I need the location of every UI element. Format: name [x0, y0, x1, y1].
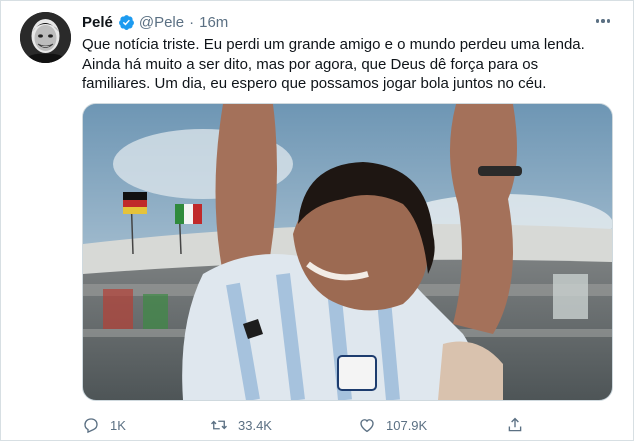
tweet-photo[interactable] [82, 103, 613, 401]
share-icon [508, 417, 522, 432]
author-name[interactable]: Pelé [82, 14, 113, 31]
like-count: 107.9K [386, 417, 428, 433]
share-button[interactable] [506, 412, 524, 438]
tweet-actions: 1K 33.4K 107.9K [82, 412, 532, 438]
tweet-text-line: familiares. Um dia, eu espero que possam… [82, 75, 547, 92]
more-dot [606, 19, 611, 23]
tweet-header: Pelé @Pele · 16m [82, 12, 228, 32]
more-dot [601, 19, 605, 23]
reply-count: 1K [110, 417, 126, 433]
stadium-celebration-photo [83, 104, 612, 400]
avatar[interactable] [20, 12, 71, 63]
reply-icon [84, 418, 98, 434]
more-options-icon[interactable] [593, 13, 613, 29]
retweet-count: 33.4K [238, 417, 272, 433]
tweet-card[interactable]: Pelé @Pele · 16m Que notícia triste. Eu … [0, 0, 634, 441]
tweet-text-line: Que notícia triste. Eu perdi um grande a… [82, 36, 585, 53]
timestamp[interactable]: 16m [199, 14, 228, 31]
author-handle[interactable]: @Pele [139, 14, 184, 31]
heart-icon [360, 419, 374, 433]
reply-button[interactable]: 1K [82, 412, 126, 438]
like-button[interactable]: 107.9K [358, 412, 427, 438]
more-dot [595, 19, 600, 23]
tweet-text: Que notícia triste. Eu perdi um grande a… [82, 35, 617, 94]
retweet-icon [211, 420, 227, 430]
retweet-button[interactable]: 33.4K [210, 412, 272, 438]
verified-badge-icon [118, 14, 134, 30]
avatar-photo [20, 12, 71, 63]
tweet-text-line: Ainda há muito a ser dito, mas por agora… [82, 55, 539, 73]
separator-dot: · [189, 13, 195, 31]
